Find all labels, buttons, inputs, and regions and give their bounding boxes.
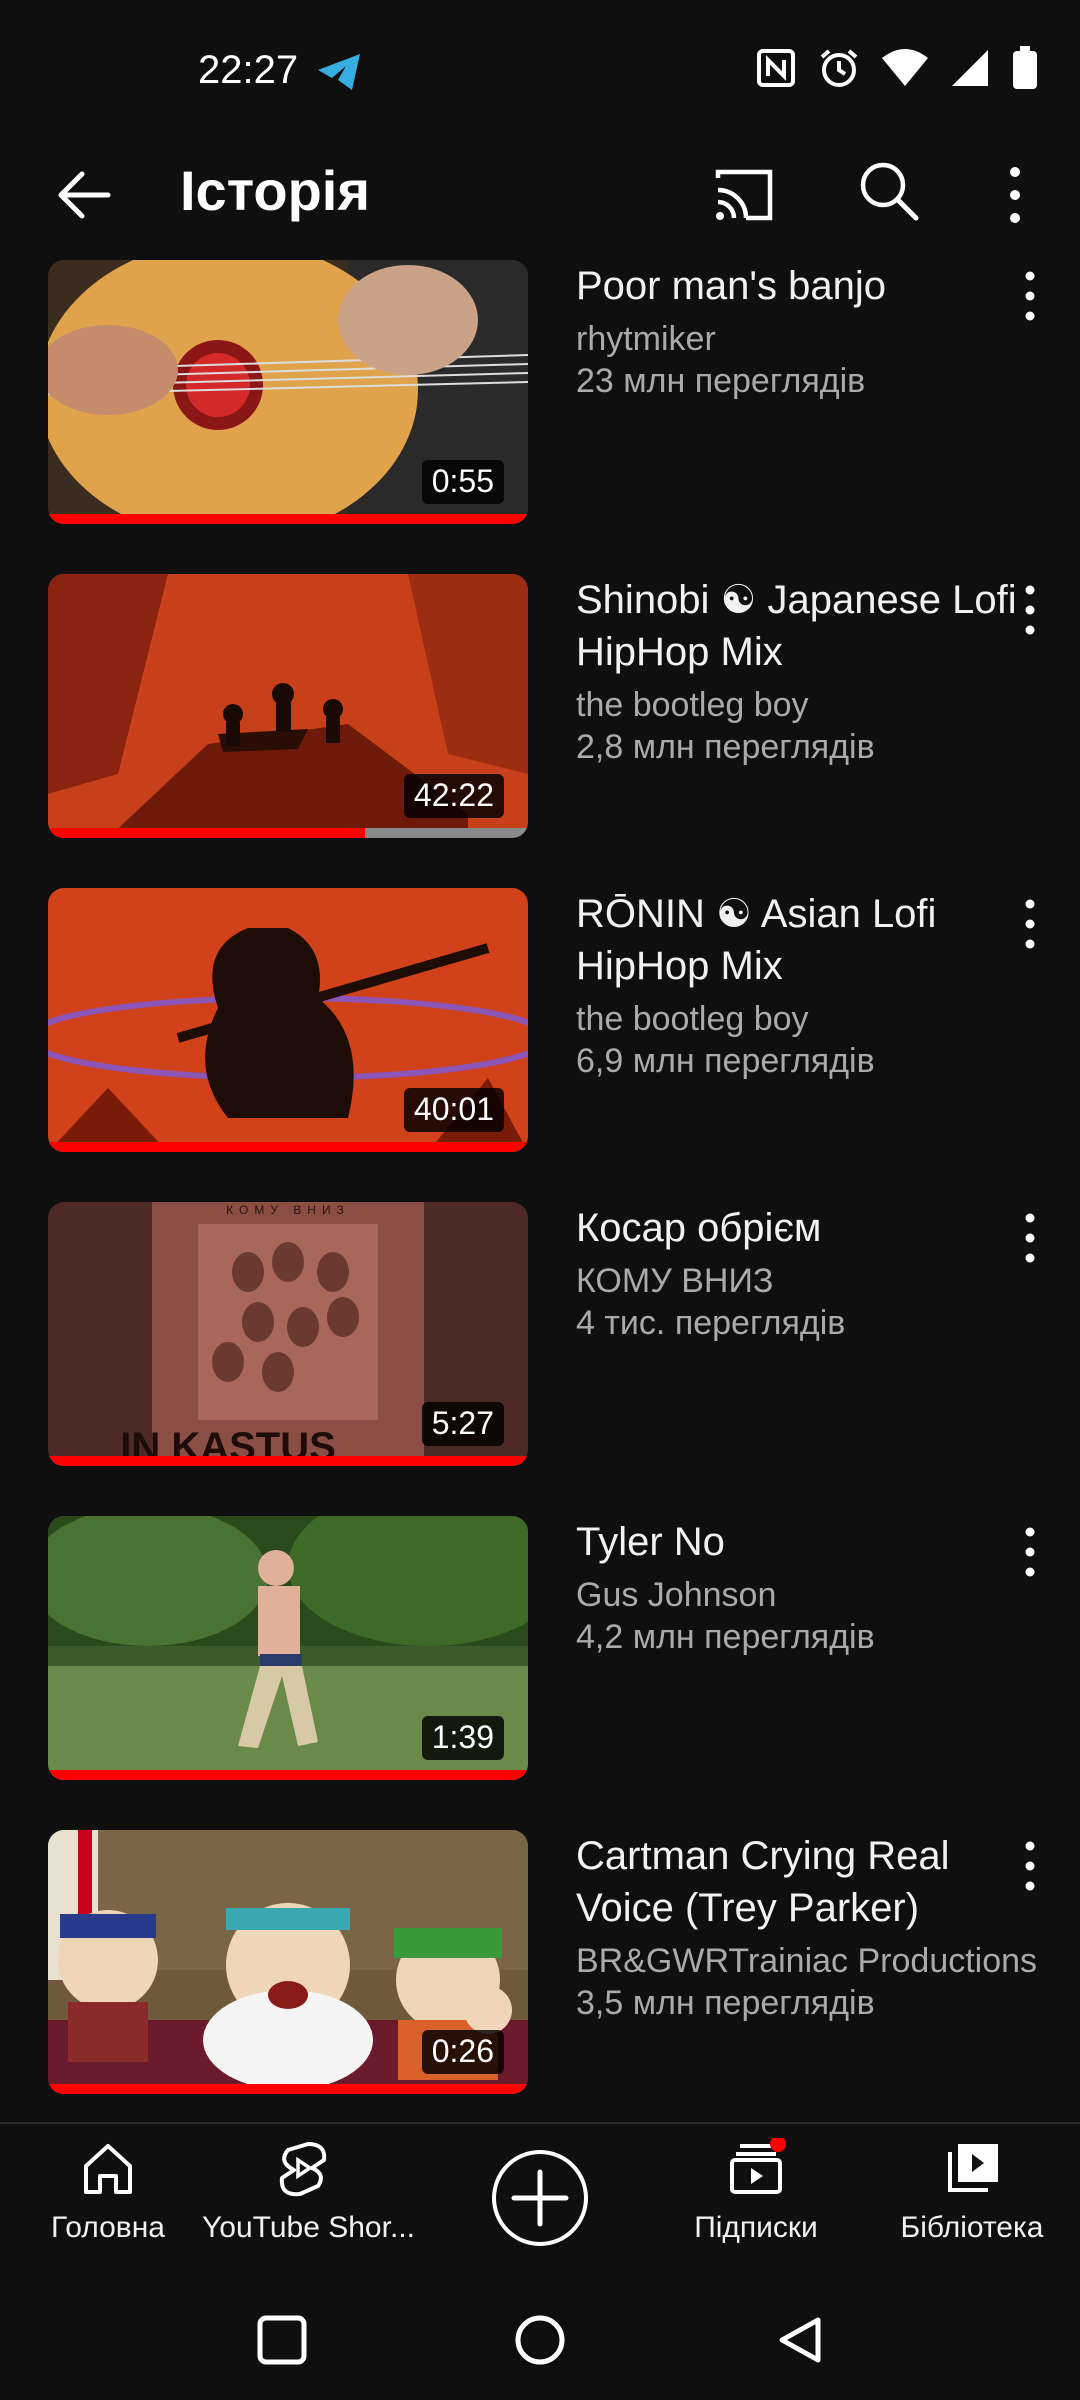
cast-icon[interactable] [710, 162, 776, 228]
video-more-icon[interactable] [1010, 894, 1050, 954]
back-arrow-icon[interactable] [52, 160, 122, 230]
telegram-icon [318, 54, 360, 90]
video-duration: 0:55 [421, 460, 504, 504]
video-thumbnail[interactable]: 0:55 [48, 260, 528, 524]
video-title[interactable]: Shinobi ☯ Japanese Lofi HipHop Mix [576, 574, 1056, 678]
channel-name: the bootleg boy [576, 1000, 809, 1038]
nav-shorts-label: YouTube Shor... [202, 2211, 415, 2244]
create-plus-icon[interactable] [490, 2148, 590, 2248]
channel-name: the bootleg boy [576, 686, 809, 724]
video-item[interactable]: 0:55 Poor man's banjo rhytmiker 23 млн п… [0, 260, 1080, 574]
channel-name: BR&GWRTrainiac Productions [576, 1942, 1038, 1980]
video-thumbnail[interactable]: 1:39 [48, 1516, 528, 1780]
home-circle-icon[interactable] [514, 2314, 566, 2366]
page-title: Історія [180, 159, 371, 222]
view-count: 3,5 млн переглядів [576, 1984, 875, 2022]
library-icon [948, 2144, 998, 2192]
nav-library-label: Бібліотека [900, 2211, 1044, 2244]
video-item[interactable]: КОМУ ВНИЗ IN KASTUS 5:27 Косар обрієм КО… [0, 1202, 1080, 1516]
nav-subscriptions-label: Підписки [694, 2211, 818, 2244]
video-duration: 42:22 [403, 774, 504, 818]
history-list: 0:55 Poor man's banjo rhytmiker 23 млн п… [0, 260, 1080, 2144]
video-duration: 1:39 [421, 1716, 504, 1760]
status-time: 22:27 [198, 48, 299, 92]
battery-icon [1013, 46, 1037, 89]
nav-shorts[interactable]: YouTube Shor... [202, 2138, 415, 2245]
home-icon [84, 2144, 132, 2194]
view-count: 6,9 млн переглядів [576, 1042, 875, 1080]
video-item[interactable]: 0:26 Cartman Crying Real Voice (Trey Par… [0, 1830, 1080, 2144]
signal-icon [952, 50, 988, 86]
video-title[interactable]: Poor man's banjo [576, 260, 1056, 312]
video-title[interactable]: Косар обрієм [576, 1202, 1056, 1254]
channel-name: rhytmiker [576, 320, 716, 358]
video-thumbnail[interactable]: КОМУ ВНИЗ IN KASTUS 5:27 [48, 1202, 528, 1466]
nav-home-label: Головна [51, 2211, 165, 2244]
nav-home[interactable]: Головна [8, 2138, 208, 2245]
watch-progress [48, 1770, 528, 1780]
video-title[interactable]: Tyler No [576, 1516, 1056, 1568]
album-band-text: КОМУ ВНИЗ [226, 1203, 350, 1217]
watch-progress [48, 828, 365, 838]
system-navigation-bar [0, 2274, 1080, 2400]
watch-progress [48, 1142, 528, 1152]
video-title[interactable]: RŌNIN ☯ Asian Lofi HipHop Mix [576, 888, 1056, 992]
alarm-icon [820, 49, 858, 87]
video-thumbnail[interactable]: 42:22 [48, 574, 528, 838]
status-bar: 22:27 [0, 0, 1080, 140]
wifi-icon [882, 49, 928, 86]
recents-icon[interactable] [256, 2314, 308, 2366]
video-duration: 0:26 [421, 2030, 504, 2074]
more-options-icon[interactable] [990, 160, 1040, 230]
channel-name: Gus Johnson [576, 1576, 777, 1614]
view-count: 2,8 млн переглядів [576, 728, 875, 766]
view-count: 23 млн переглядів [576, 362, 866, 400]
video-more-icon[interactable] [1010, 1522, 1050, 1582]
video-thumbnail[interactable]: 40:01 [48, 888, 528, 1152]
video-item[interactable]: 42:22 Shinobi ☯ Japanese Lofi HipHop Mix… [0, 574, 1080, 888]
video-more-icon[interactable] [1010, 266, 1050, 326]
app-bar: Історія [0, 140, 1080, 260]
subscriptions-icon [730, 2136, 786, 2194]
watch-progress [48, 1456, 528, 1466]
view-count: 4,2 млн переглядів [576, 1618, 875, 1656]
bottom-navigation: Головна YouTube Shor... Підписки Бібліот… [0, 2124, 1080, 2274]
back-triangle-icon[interactable] [774, 2314, 826, 2366]
video-item[interactable]: 40:01 RŌNIN ☯ Asian Lofi HipHop Mix the … [0, 888, 1080, 1202]
shorts-icon [279, 2142, 327, 2197]
video-title[interactable]: Cartman Crying Real Voice (Trey Parker) [576, 1830, 1056, 1934]
video-duration: 5:27 [421, 1402, 504, 1446]
channel-name: КОМУ ВНИЗ [576, 1262, 774, 1300]
video-more-icon[interactable] [1010, 1208, 1050, 1268]
notification-dot [770, 2136, 786, 2152]
search-icon[interactable] [856, 158, 922, 224]
video-more-icon[interactable] [1010, 1836, 1050, 1896]
video-thumbnail[interactable]: 0:26 [48, 1830, 528, 2094]
video-more-icon[interactable] [1010, 580, 1050, 640]
watch-progress [48, 2084, 528, 2094]
view-count: 4 тис. переглядів [576, 1304, 846, 1342]
video-item[interactable]: 1:39 Tyler No Gus Johnson 4,2 млн перегл… [0, 1516, 1080, 1830]
watch-progress [48, 514, 528, 524]
nav-library[interactable]: Бібліотека [872, 2138, 1072, 2245]
nav-subscriptions[interactable]: Підписки [656, 2136, 856, 2245]
video-duration: 40:01 [403, 1088, 504, 1132]
nfc-icon [757, 49, 795, 87]
